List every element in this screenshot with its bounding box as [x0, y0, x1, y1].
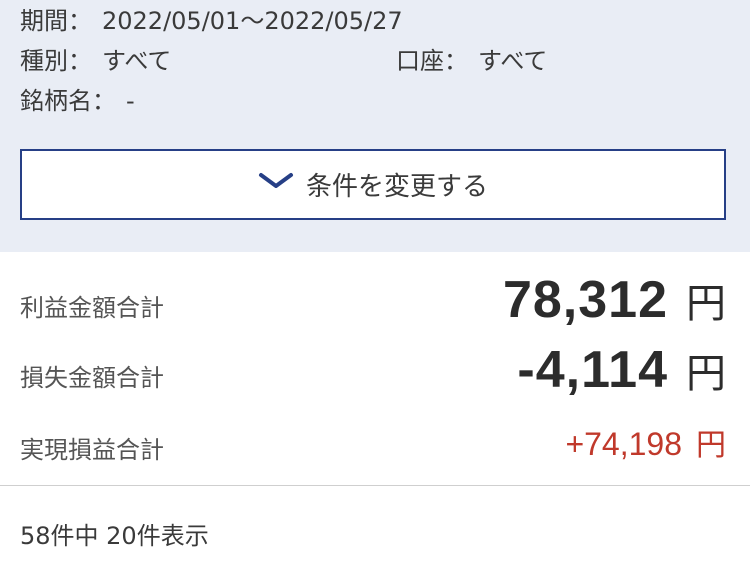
filter-account-value: すべて — [478, 47, 548, 75]
filter-panel: 期間： 2022/05/01〜2022/05/27 種別： すべて 口座： すべて 銘… — [0, 0, 750, 252]
filter-account-label: 口座： — [396, 47, 468, 75]
change-conditions-button[interactable]: 条件を変更する — [20, 149, 726, 220]
realized-total-value: +74,198 — [565, 426, 682, 462]
loss-total-unit: 円 — [686, 351, 726, 397]
profit-total-label: 利益金額合計 — [20, 294, 164, 322]
loss-total-label: 損失金額合計 — [20, 364, 164, 392]
filter-type: 種別： すべて — [20, 46, 171, 76]
filter-period: 期間： 2022/05/01〜2022/05/27 — [20, 6, 403, 36]
profit-total-unit: 円 — [686, 281, 726, 327]
filter-stock-value: - — [126, 87, 135, 115]
realized-total-unit: 円 — [696, 428, 726, 463]
loss-total-value: -4,114 — [517, 341, 668, 399]
filter-period-label: 期間： — [20, 7, 92, 35]
divider — [0, 485, 750, 486]
profit-total-row: 利益金額合計 78,312 円 — [0, 270, 750, 330]
filter-stock: 銘柄名： - — [20, 86, 135, 116]
loss-total-row: 損失金額合計 -4,114 円 — [0, 340, 750, 400]
realized-total-value-group: +74,198 円 — [565, 420, 726, 464]
filter-type-label: 種別： — [20, 47, 92, 75]
filter-stock-label: 銘柄名： — [20, 87, 116, 115]
profit-total-value-group: 78,312 円 — [503, 270, 726, 330]
filter-account: 口座： すべて — [396, 46, 547, 76]
loss-total-value-group: -4,114 円 — [517, 340, 726, 400]
filter-type-value: すべて — [102, 47, 172, 75]
chevron-down-icon — [258, 172, 293, 188]
realized-total-label: 実現損益合計 — [20, 436, 164, 464]
filter-period-value: 2022/05/01〜2022/05/27 — [102, 7, 403, 35]
profit-total-value: 78,312 — [502, 271, 668, 329]
result-count: 58件中 20件表示 — [20, 522, 209, 550]
realized-total-row: 実現損益合計 +74,198 円 — [0, 420, 750, 470]
change-conditions-label: 条件を変更する — [305, 172, 488, 202]
